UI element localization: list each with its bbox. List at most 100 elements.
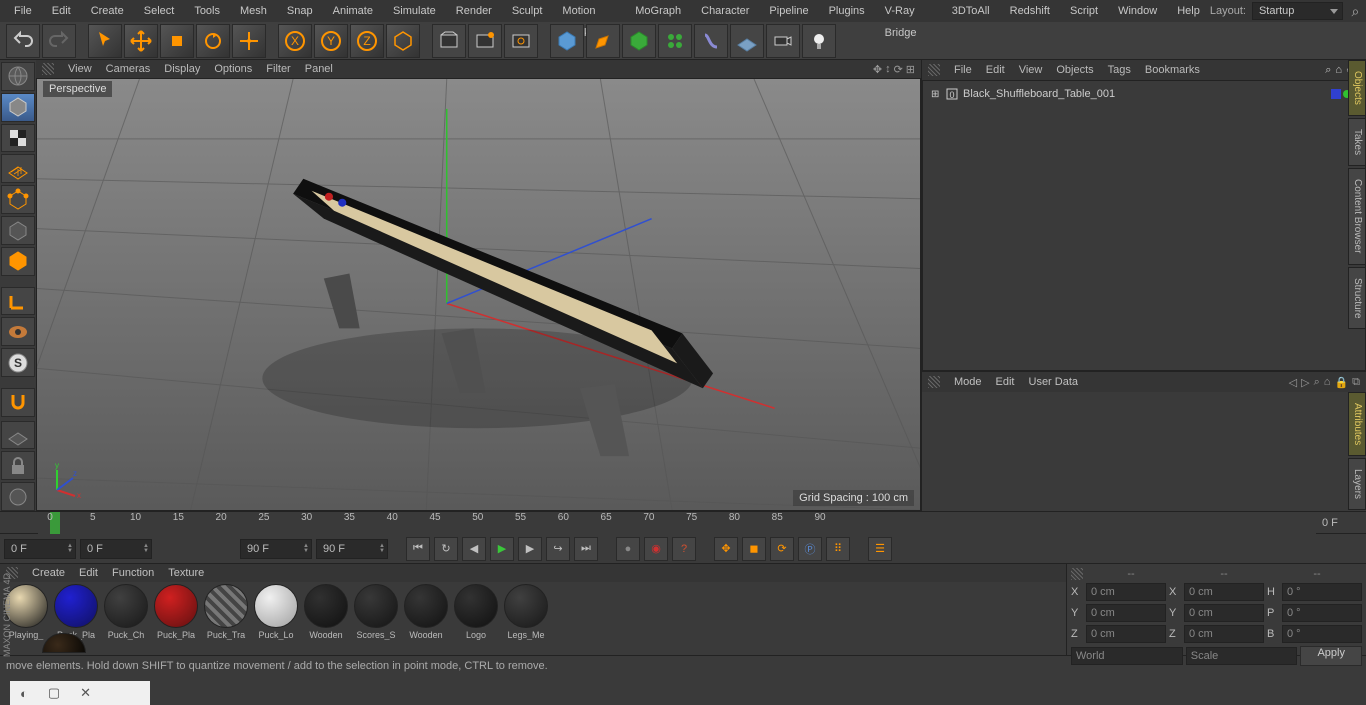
tab-content-browser[interactable]: Content Browser [1348,168,1366,264]
restore-icon[interactable]: ▢ [48,685,60,701]
y-axis-button[interactable]: Y [314,24,348,58]
menu-mograph[interactable]: MoGraph [625,0,691,22]
vp-layout-icon[interactable]: ⊞ [906,63,915,76]
size-y-field[interactable]: 0 cm [1184,604,1264,622]
coord-z-field[interactable]: 0 cm [1086,625,1166,643]
menu-snap[interactable]: Snap [277,0,323,22]
camera-button[interactable] [766,24,800,58]
play-button[interactable]: ▶ [490,537,514,561]
apply-button[interactable]: Apply [1300,646,1362,666]
drag-handle-icon[interactable] [1071,568,1083,580]
move-tool[interactable] [124,24,158,58]
drag-handle-icon[interactable] [928,64,940,76]
key-rotation-button[interactable]: ⟳ [770,537,794,561]
deformer-button[interactable] [694,24,728,58]
menu-animate[interactable]: Animate [323,0,383,22]
key-pla-button[interactable]: ⠿ [826,537,850,561]
render-pv-button[interactable] [468,24,502,58]
undo-button[interactable] [6,24,40,58]
menu-edit[interactable]: Edit [42,0,81,22]
attr-menu-mode[interactable]: Mode [954,376,982,388]
vp-nav-icon[interactable]: ✥ [873,63,882,76]
polygon-mode-button[interactable] [1,247,35,276]
goto-end-button[interactable]: ⏭ [574,537,598,561]
material-item[interactable]: Puck_Pla [152,584,200,653]
magnet-button[interactable] [1,388,35,417]
planar-button[interactable] [1,482,35,511]
menu-window[interactable]: Window [1108,0,1167,22]
menu-simulate[interactable]: Simulate [383,0,446,22]
search-icon[interactable]: ⌕ [1314,376,1320,389]
z-axis-button[interactable]: Z [350,24,384,58]
model-mode-button[interactable] [1,93,35,122]
material-item[interactable]: Logo [452,584,500,653]
menu-tools[interactable]: Tools [184,0,230,22]
light-button[interactable] [802,24,836,58]
menu-help[interactable]: Help [1167,0,1210,22]
subdiv-button[interactable] [622,24,656,58]
vp-menu-cameras[interactable]: Cameras [106,63,151,75]
timeline-ruler[interactable]: 051015202530354045505560657075808590 0 F [0,511,1366,533]
menu-create[interactable]: Create [81,0,134,22]
size-mode-dropdown[interactable]: Scale [1186,647,1298,665]
redo-button[interactable] [42,24,76,58]
obj-menu-bookmarks[interactable]: Bookmarks [1145,64,1200,76]
vp-menu-display[interactable]: Display [164,63,200,75]
make-editable-button[interactable] [1,62,35,91]
material-item[interactable] [40,633,88,653]
app-icon[interactable]: ◐ [20,686,28,701]
next-key-button[interactable]: ↪ [546,537,570,561]
search-icon[interactable]: ⌕ [1349,2,1362,20]
vp-rotate-icon[interactable]: ⟳ [894,63,903,76]
drag-handle-icon[interactable] [928,376,940,388]
pen-tool-button[interactable] [586,24,620,58]
cube-primitive-button[interactable] [550,24,584,58]
select-tool[interactable] [88,24,122,58]
tab-layers[interactable]: Layers [1348,458,1366,510]
coord-x-field[interactable]: 0 cm [1086,583,1166,601]
layout-dropdown[interactable]: Startup [1252,2,1343,20]
texture-mode-button[interactable] [1,124,35,153]
vp-menu-panel[interactable]: Panel [305,63,333,75]
menu-3dtoall[interactable]: 3DToAll [942,0,1000,22]
menu-select[interactable]: Select [134,0,185,22]
material-item[interactable]: Wooden [302,584,350,653]
menu-vray[interactable]: V-Ray Bridge [875,0,942,22]
material-item[interactable]: Puck_Tra [202,584,250,653]
edge-mode-button[interactable] [1,216,35,245]
loop-button[interactable]: ↻ [434,537,458,561]
menu-mesh[interactable]: Mesh [230,0,277,22]
key-scale-button[interactable]: ◼ [742,537,766,561]
viewport-3d[interactable]: Perspective Grid Spacing : 100 cm y x z [36,78,921,511]
scale-tool[interactable] [160,24,194,58]
menu-plugins[interactable]: Plugins [819,0,875,22]
workplane-button[interactable] [1,154,35,183]
axis-button[interactable] [1,287,35,316]
nav-fwd-icon[interactable]: ▷ [1301,376,1309,389]
key-param-button[interactable]: Ⓟ [798,537,822,561]
attr-menu-userdata[interactable]: User Data [1029,376,1079,388]
size-x-field[interactable]: 0 cm [1184,583,1264,601]
menu-file[interactable]: File [4,0,42,22]
obj-menu-tags[interactable]: Tags [1108,64,1131,76]
render-view-button[interactable] [432,24,466,58]
attr-menu-edit[interactable]: Edit [996,376,1015,388]
menu-redshift[interactable]: Redshift [1000,0,1060,22]
object-name[interactable]: Black_Shuffleboard_Table_001 [963,88,1115,100]
obj-menu-view[interactable]: View [1019,64,1043,76]
next-frame-button[interactable]: ▶ [518,537,542,561]
rot-h-field[interactable]: 0 ° [1282,583,1362,601]
search-icon[interactable]: ⌕ [1325,64,1331,77]
coord-y-field[interactable]: 0 cm [1086,604,1166,622]
autokey-button[interactable]: ◉ [644,537,668,561]
x-axis-button[interactable]: X [278,24,312,58]
start-frame-field[interactable]: 0 F▲▼ [4,539,76,559]
vp-menu-filter[interactable]: Filter [266,63,290,75]
tab-objects[interactable]: Objects [1348,60,1366,116]
floor-button[interactable] [730,24,764,58]
home-icon[interactable]: ⌂ [1335,64,1342,77]
layer-color-icon[interactable] [1331,89,1341,99]
cloner-button[interactable] [658,24,692,58]
coord-space-dropdown[interactable]: World [1071,647,1183,665]
object-tree-panel[interactable]: ⊞ 0 Black_Shuffleboard_Table_001 [922,80,1366,371]
